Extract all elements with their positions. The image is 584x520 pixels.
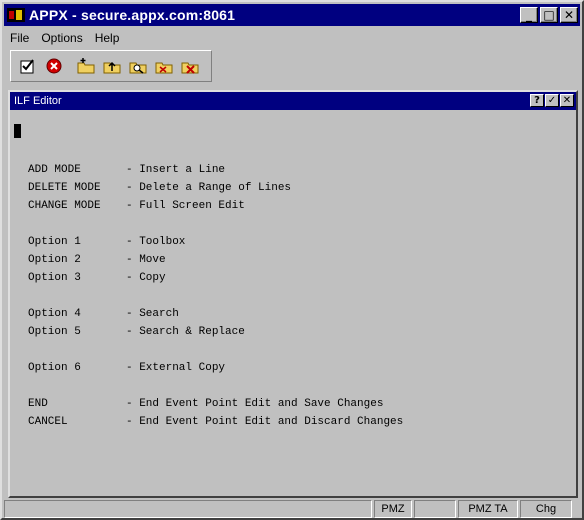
- editor-line: Option 1- Toolbox: [28, 236, 186, 248]
- minimize-button[interactable]: _: [520, 7, 538, 23]
- editor-line: Option 5- Search & Replace: [28, 326, 245, 338]
- help-button[interactable]: ?: [530, 94, 544, 107]
- title-bar[interactable]: APPX - secure.appx.com:8061 _ □ ✕: [4, 4, 580, 26]
- folder-close-icon[interactable]: [153, 55, 175, 77]
- editor-line: Option 4- Search: [28, 308, 179, 320]
- toolbar: [10, 50, 212, 82]
- editor-line: CHANGE MODE - Full Screen Edit: [28, 200, 245, 212]
- editor-line: END - End Event Point Edit and Save Chang…: [28, 398, 384, 410]
- editor-line: Option 6- External Copy: [28, 362, 226, 374]
- checklist-icon[interactable]: [17, 55, 39, 77]
- editor-line: DELETE MODE - Delete a Range of Lines: [28, 182, 292, 194]
- cancel-icon[interactable]: [43, 55, 65, 77]
- ilf-close-button[interactable]: ✕: [560, 94, 574, 107]
- maximize-button[interactable]: □: [540, 7, 558, 23]
- window-title: APPX - secure.appx.com:8061: [29, 7, 236, 23]
- appx-logo-icon[interactable]: [7, 8, 25, 22]
- folder-search-icon[interactable]: [127, 55, 149, 77]
- folder-new-icon[interactable]: [75, 55, 97, 77]
- editor-text-area[interactable]: ADD MODE - Insert a Line DELETE MODE - Del…: [10, 110, 576, 496]
- status-bar: PMZ PMZ TA Chg: [4, 500, 580, 518]
- menu-bar: File Options Help: [4, 28, 580, 48]
- status-cell-empty: [414, 500, 456, 518]
- editor-line: CANCEL - End Event Point Edit and Discard…: [28, 416, 404, 428]
- ilf-editor-title: ILF Editor: [14, 95, 62, 107]
- editor-line: Option 2- Move: [28, 254, 166, 266]
- menu-help[interactable]: Help: [89, 31, 126, 45]
- ok-button[interactable]: ✓: [545, 94, 559, 107]
- folder-cancel-icon[interactable]: [179, 55, 201, 77]
- editor-line: Option 3- Copy: [28, 272, 166, 284]
- ilf-editor-titlebar[interactable]: ILF Editor ? ✓ ✕: [10, 92, 576, 110]
- menu-file[interactable]: File: [4, 31, 35, 45]
- menu-options[interactable]: Options: [35, 31, 88, 45]
- folder-up-icon[interactable]: [101, 55, 123, 77]
- status-cell-chg: Chg: [520, 500, 572, 518]
- editor-line: ADD MODE - Insert a Line: [28, 164, 226, 176]
- ilf-editor-window: ILF Editor ? ✓ ✕ ADD MODE - Insert a Line…: [8, 90, 578, 498]
- status-cell-pmz: PMZ: [374, 500, 412, 518]
- close-button[interactable]: ✕: [560, 7, 578, 23]
- status-cell-pmz-ta: PMZ TA: [458, 500, 518, 518]
- text-cursor: [14, 124, 21, 138]
- app-window: APPX - secure.appx.com:8061 _ □ ✕ File O…: [0, 0, 584, 520]
- status-cell-message: [4, 500, 372, 518]
